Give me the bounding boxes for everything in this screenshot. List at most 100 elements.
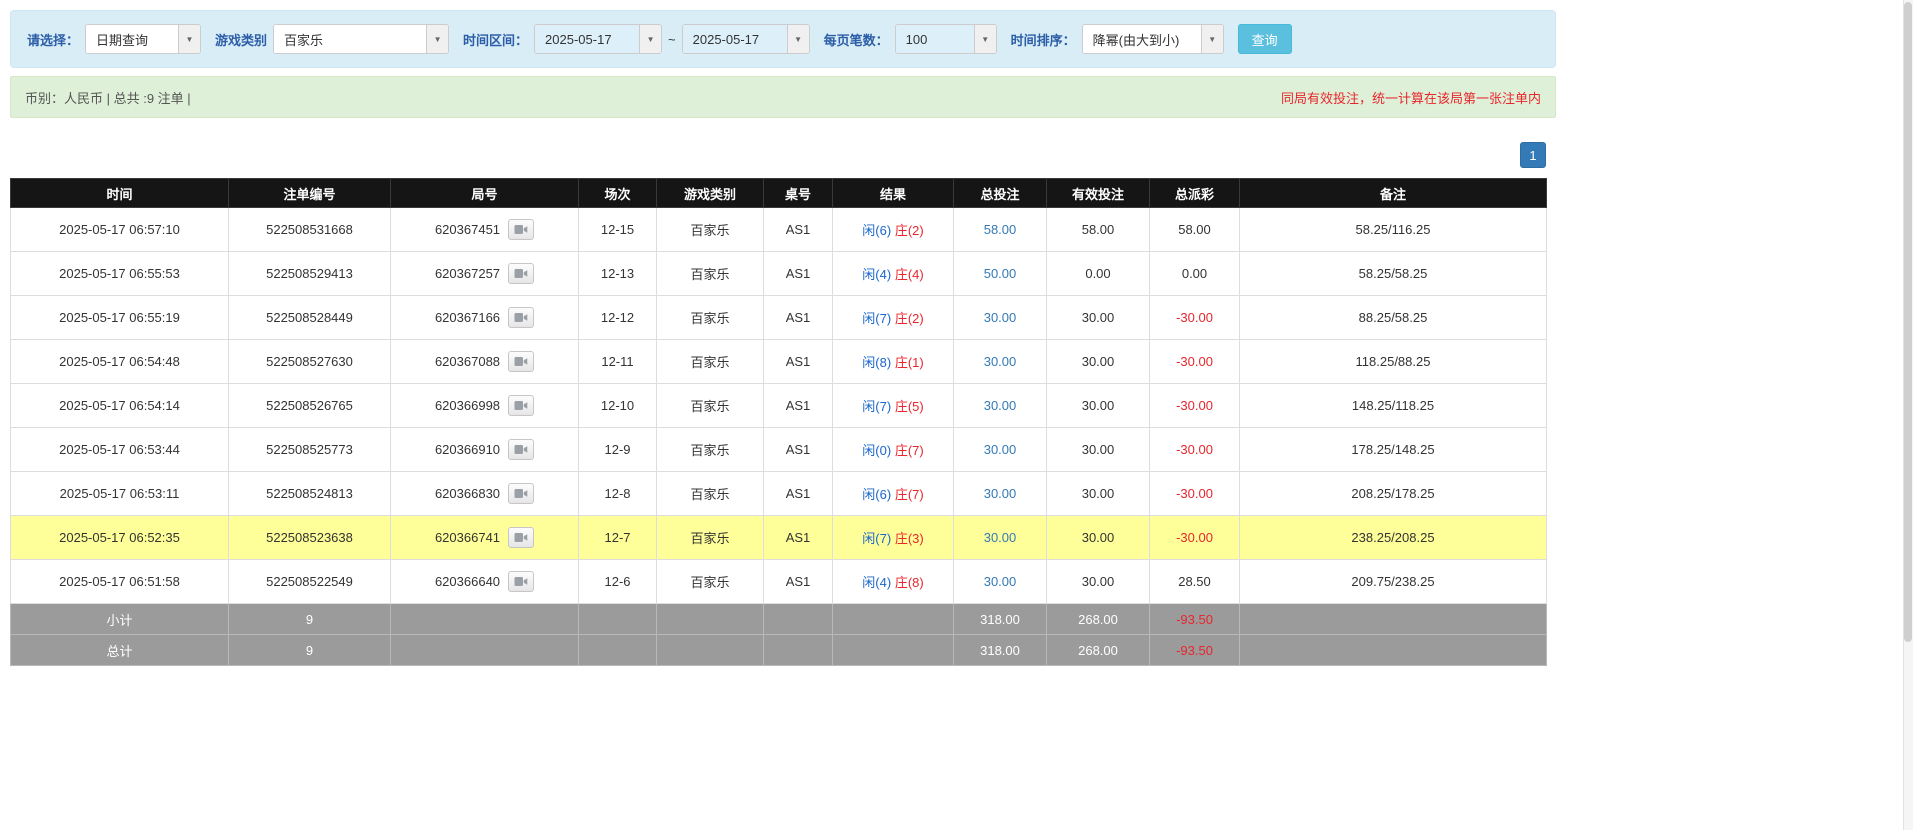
cell-result: 闲(6) 庄(7) bbox=[832, 471, 954, 516]
page: 请选择： 日期查询 ▼ 游戏类别 百家乐 ▼ 时间区间： 2025-05-17 … bbox=[0, 0, 1556, 666]
chevron-down-icon[interactable]: ▼ bbox=[786, 25, 809, 53]
chevron-down-icon[interactable]: ▼ bbox=[973, 25, 996, 53]
cell-valid-bet: 30.00 bbox=[1046, 383, 1150, 428]
chevron-down-icon[interactable]: ▼ bbox=[639, 25, 662, 53]
summary-cell bbox=[832, 603, 954, 635]
cell-bet-id: 522508529413 bbox=[228, 251, 391, 296]
cell-result: 闲(4) 庄(8) bbox=[832, 559, 954, 604]
cell-total-bet: 30.00 bbox=[953, 427, 1047, 472]
cell-round: 620367088 bbox=[390, 339, 579, 384]
table-row[interactable]: 2025-05-17 06:51:58 522508522549 620366640… bbox=[10, 559, 1547, 604]
summary-cell bbox=[390, 603, 579, 635]
cell-session: 12-9 bbox=[578, 427, 657, 472]
result-player: 闲(7) bbox=[862, 531, 892, 546]
replay-video-icon[interactable] bbox=[508, 439, 535, 460]
cell-time: 2025-05-17 06:55:19 bbox=[10, 295, 229, 340]
cell-remark: 148.25/118.25 bbox=[1239, 383, 1547, 428]
summary-cell bbox=[390, 634, 579, 666]
vertical-scrollbar-thumb[interactable] bbox=[1904, 2, 1912, 642]
col-header-round: 局号 bbox=[390, 178, 579, 208]
replay-video-icon[interactable] bbox=[508, 263, 535, 284]
total-bet-link[interactable]: 30.00 bbox=[984, 574, 1017, 589]
time-sort-select[interactable]: 降幂(由大到小) ▼ bbox=[1081, 24, 1224, 54]
page-1-button[interactable]: 1 bbox=[1520, 142, 1546, 168]
date-to-value: 2025-05-17 bbox=[682, 25, 787, 53]
total-bet-link[interactable]: 30.00 bbox=[984, 398, 1017, 413]
table-row[interactable]: 2025-05-17 06:52:35 522508523638 620366741… bbox=[10, 515, 1547, 560]
cell-total-bet: 50.00 bbox=[953, 251, 1047, 296]
per-page-select[interactable]: 100 ▼ bbox=[894, 24, 997, 54]
summary-label: 小计 bbox=[10, 603, 229, 635]
query-button[interactable]: 查询 bbox=[1237, 24, 1292, 54]
round-number: 620367166 bbox=[434, 310, 501, 325]
cell-bet-id: 522508531668 bbox=[228, 207, 391, 252]
cell-time: 2025-05-17 06:57:10 bbox=[10, 207, 229, 252]
table-row[interactable]: 2025-05-17 06:54:14 522508526765 620366998… bbox=[10, 383, 1547, 428]
replay-video-icon[interactable] bbox=[508, 219, 535, 240]
round-number: 620366910 bbox=[434, 442, 501, 457]
table-row[interactable]: 2025-05-17 06:57:10 522508531668 620367451… bbox=[10, 207, 1547, 252]
cell-payout: 58.00 bbox=[1149, 207, 1240, 252]
cell-remark: 238.25/208.25 bbox=[1239, 515, 1547, 560]
col-header-session: 场次 bbox=[578, 178, 657, 208]
table-row[interactable]: 2025-05-17 06:55:19 522508528449 620367166… bbox=[10, 295, 1547, 340]
cell-table-no: AS1 bbox=[763, 207, 833, 252]
result-player: 闲(4) bbox=[862, 267, 892, 282]
total-bet-link[interactable]: 58.00 bbox=[984, 222, 1017, 237]
cell-round: 620367257 bbox=[390, 251, 579, 296]
result-banker: 庄(8) bbox=[894, 575, 924, 590]
summary-cell bbox=[578, 603, 657, 635]
total-bet-link[interactable]: 30.00 bbox=[984, 486, 1017, 501]
total-bet-link[interactable]: 30.00 bbox=[984, 442, 1017, 457]
round-number: 620367088 bbox=[434, 354, 501, 369]
cell-table-no: AS1 bbox=[763, 471, 833, 516]
total-bet-link[interactable]: 50.00 bbox=[984, 266, 1017, 281]
cell-valid-bet: 30.00 bbox=[1046, 339, 1150, 384]
summary-cell bbox=[656, 603, 764, 635]
result-player: 闲(7) bbox=[862, 311, 892, 326]
cell-total-bet: 30.00 bbox=[953, 339, 1047, 384]
summary-cell: 9 bbox=[228, 634, 391, 666]
cell-game: 百家乐 bbox=[656, 383, 764, 428]
cell-round: 620366910 bbox=[390, 427, 579, 472]
summary-cell bbox=[763, 603, 833, 635]
cell-bet-id: 522508527630 bbox=[228, 339, 391, 384]
cell-table-no: AS1 bbox=[763, 251, 833, 296]
cell-remark: 178.25/148.25 bbox=[1239, 427, 1547, 472]
total-bet-link[interactable]: 30.00 bbox=[984, 310, 1017, 325]
table-row[interactable]: 2025-05-17 06:54:48 522508527630 620367088… bbox=[10, 339, 1547, 384]
game-category-value: 百家乐 bbox=[274, 25, 427, 53]
date-from-select[interactable]: 2025-05-17 ▼ bbox=[534, 24, 663, 54]
cell-game: 百家乐 bbox=[656, 251, 764, 296]
table-row[interactable]: 2025-05-17 06:55:53 522508529413 620367257… bbox=[10, 251, 1547, 296]
replay-video-icon[interactable] bbox=[508, 395, 535, 416]
replay-video-icon[interactable] bbox=[508, 571, 535, 592]
replay-video-icon[interactable] bbox=[508, 527, 535, 548]
table-row[interactable]: 2025-05-17 06:53:44 522508525773 620366910… bbox=[10, 427, 1547, 472]
cell-session: 12-10 bbox=[578, 383, 657, 428]
result-banker: 庄(4) bbox=[894, 267, 924, 282]
replay-video-icon[interactable] bbox=[508, 483, 535, 504]
cell-time: 2025-05-17 06:51:58 bbox=[10, 559, 229, 604]
cell-table-no: AS1 bbox=[763, 383, 833, 428]
cell-game: 百家乐 bbox=[656, 427, 764, 472]
query-type-select[interactable]: 日期查询 ▼ bbox=[85, 24, 202, 54]
total-bet-link[interactable]: 30.00 bbox=[984, 354, 1017, 369]
replay-video-icon[interactable] bbox=[508, 351, 535, 372]
chevron-down-icon[interactable]: ▼ bbox=[426, 25, 449, 53]
game-category-select[interactable]: 百家乐 ▼ bbox=[273, 24, 450, 54]
cell-time: 2025-05-17 06:53:11 bbox=[10, 471, 229, 516]
date-from-value: 2025-05-17 bbox=[535, 25, 640, 53]
round-number: 620366998 bbox=[434, 398, 501, 413]
date-to-select[interactable]: 2025-05-17 ▼ bbox=[681, 24, 810, 54]
replay-video-icon[interactable] bbox=[508, 307, 535, 328]
table-row[interactable]: 2025-05-17 06:53:11 522508524813 620366830… bbox=[10, 471, 1547, 516]
col-header-valid-bet: 有效投注 bbox=[1046, 178, 1150, 208]
result-player: 闲(0) bbox=[862, 443, 892, 458]
chevron-down-icon[interactable]: ▼ bbox=[1200, 25, 1223, 53]
total-bet-link[interactable]: 30.00 bbox=[984, 530, 1017, 545]
chevron-down-icon[interactable]: ▼ bbox=[178, 25, 201, 53]
result-banker: 庄(2) bbox=[894, 311, 924, 326]
cell-result: 闲(7) 庄(3) bbox=[832, 515, 954, 560]
summary-cell: 318.00 bbox=[953, 634, 1047, 666]
